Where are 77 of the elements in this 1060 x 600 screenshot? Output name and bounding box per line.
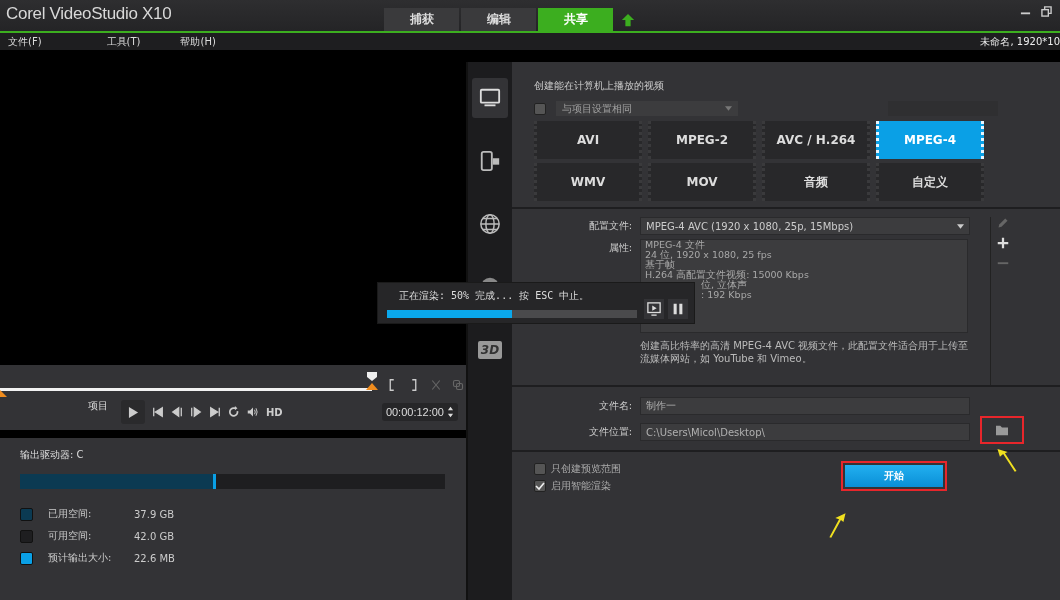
menu-item[interactable]: 工具(T) (106, 34, 141, 49)
dropdown-value: 与项目设置相同 (562, 101, 632, 116)
output-drive-label: 输出驱动器: C (20, 448, 85, 462)
properties-label: 属性: (607, 241, 632, 255)
spinner-icon[interactable] (447, 406, 454, 418)
step-back-icon[interactable] (171, 406, 183, 418)
legend-label: 预计输出大小: (48, 551, 113, 565)
add-icon[interactable] (997, 237, 1009, 249)
phone-camera-icon (479, 150, 501, 172)
legend-value: 37.9 GB (134, 508, 175, 520)
volume-icon[interactable] (247, 406, 259, 418)
profile-dropdown[interactable]: MPEG-4 AVC (1920 x 1080, 25p, 15Mbps) (640, 217, 970, 235)
file-location-field[interactable]: C:\Users\Micol\Desktop\ (640, 423, 970, 441)
preview-toggle-button[interactable] (644, 299, 664, 319)
property-line: MPEG-4 文件 (645, 240, 705, 250)
option-label: 启用智能渲染 (551, 479, 611, 493)
format-tile[interactable]: 自定义 (876, 163, 984, 201)
menu-item[interactable]: 帮助(H) (180, 34, 216, 49)
dropdown-value: MPEG-4 AVC (1920 x 1080, 25p, 15Mbps) (646, 220, 854, 232)
globe-icon (479, 213, 501, 235)
play-icon (127, 405, 139, 419)
step-forward-icon[interactable] (190, 406, 202, 418)
pause-icon (671, 302, 685, 316)
3d-icon: 3D (477, 341, 503, 359)
caret-icon (725, 106, 732, 111)
hd-toggle[interactable]: HD (266, 406, 283, 418)
checkbox[interactable] (534, 102, 546, 115)
format-tile[interactable]: AVI (534, 121, 642, 159)
output-size-marker (213, 474, 217, 489)
file-name-label: 文件名: (597, 399, 632, 413)
app-title: Corel VideoStudio X10 (6, 4, 172, 24)
upload-arrow-icon[interactable] (621, 13, 635, 27)
checkbox[interactable] (534, 480, 546, 492)
trim-marker-icon[interactable] (0, 389, 7, 397)
skip-start-icon[interactable] (152, 406, 164, 418)
file-location-label: 文件位置: (587, 425, 632, 439)
property-line: 24 位, 1920 x 1080, 25 fps (645, 250, 772, 260)
project-info: 未命名, 1920*10 (980, 34, 1060, 49)
mode-tab[interactable]: 捕获 (384, 8, 459, 31)
legend-label: 可用空间: (48, 529, 93, 543)
legend-label: 已用空间: (48, 507, 93, 521)
property-line: H.264 高配置文件视频: 15000 Kbps (645, 270, 809, 280)
property-line: 基于帧 (645, 260, 675, 270)
project-mode-label[interactable]: 项目 (88, 399, 108, 413)
category-button[interactable]: 3D (472, 330, 508, 370)
property-line: 位, 立体声 (701, 280, 748, 290)
format-tile[interactable]: AVC / H.264 (762, 121, 870, 159)
monitor-icon (479, 87, 501, 109)
option-label: 只创建预览范围 (551, 462, 621, 476)
section-title: 创建能在计算机上播放的视频 (534, 80, 664, 91)
caret-icon (957, 223, 964, 229)
render-status-text: 正在渲染: 50% 完成... 按 ESC 中止。 (398, 288, 591, 303)
menu-item[interactable]: 文件(F) (8, 34, 42, 49)
checkbox[interactable] (534, 463, 546, 475)
legend-value: 42.0 GB (134, 530, 175, 542)
profile-description: 创建高比特率的高清 MPEG-4 AVC 视频文件，此配置文件适合用于上传至流媒体网站，如 YouTube 和 Vimeo。 (640, 339, 970, 365)
format-tile[interactable]: MOV (648, 163, 756, 201)
folder-icon (995, 424, 1009, 436)
format-tile[interactable]: WMV (534, 163, 642, 201)
format-tile[interactable]: MPEG-2 (648, 121, 756, 159)
format-tile[interactable]: 音频 (762, 163, 870, 201)
project-settings-dropdown[interactable]: 与项目设置相同 (556, 101, 738, 116)
restore-icon[interactable] (1041, 6, 1052, 17)
timecode-field[interactable]: 00:00:12:00 (381, 403, 458, 421)
play-button[interactable] (121, 400, 145, 424)
screen-play-icon (647, 302, 661, 316)
mode-tab[interactable]: 编辑 (461, 8, 536, 31)
category-button[interactable] (472, 78, 508, 118)
file-name-field[interactable]: 制作一 (640, 397, 970, 415)
scrubber-thumb-icon[interactable] (366, 371, 378, 391)
scrubber-track[interactable] (0, 387, 372, 391)
pause-button[interactable] (668, 299, 688, 319)
repeat-icon[interactable] (228, 406, 240, 418)
skip-end-icon[interactable] (209, 406, 221, 418)
legend-value: 22.6 MB (134, 552, 175, 564)
profile-label: 配置文件: (587, 219, 632, 233)
property-line: : 192 Kbps (700, 290, 752, 300)
